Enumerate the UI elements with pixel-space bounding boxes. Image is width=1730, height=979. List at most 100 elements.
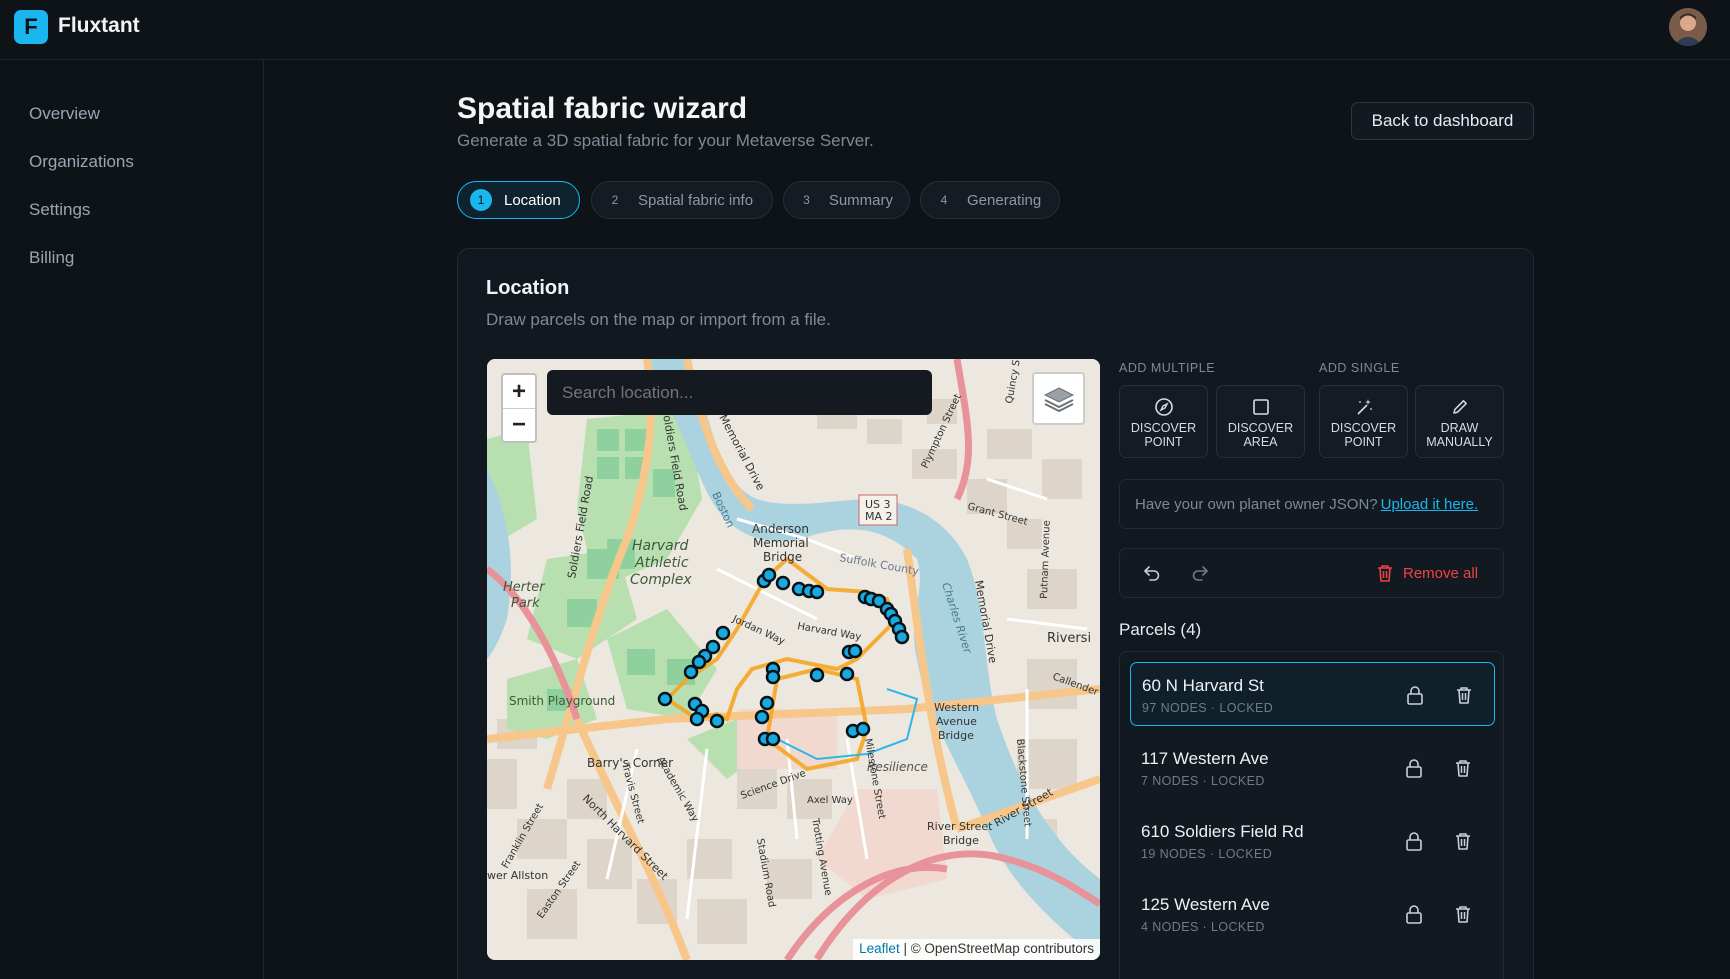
map-label-anderson-1: Anderson	[752, 522, 809, 536]
map-search-input[interactable]	[547, 370, 932, 415]
app-name[interactable]: Fluxtant	[58, 14, 140, 38]
undo-button[interactable]	[1142, 563, 1162, 588]
zoom-control: + −	[501, 373, 537, 443]
lock-button[interactable]	[1406, 685, 1424, 710]
tool-label-line1: DISCOVER	[1330, 421, 1397, 435]
tool-label-line1: DRAW	[1440, 421, 1479, 435]
parcel-meta: 97 NODES · LOCKED	[1142, 701, 1274, 715]
magic-wand-icon	[1356, 399, 1372, 415]
map-label-complex: Complex	[630, 572, 692, 588]
undo-icon	[1144, 566, 1160, 581]
sidebar: Overview Organizations Settings Billing	[0, 60, 264, 979]
parcel-item[interactable]: 60 N Harvard St 97 NODES · LOCKED	[1130, 662, 1495, 726]
osm-attribution: | © OpenStreetMap contributors	[899, 941, 1094, 956]
step-number: 3	[803, 193, 810, 207]
sidebar-item-settings[interactable]: Settings	[29, 200, 90, 220]
parcel-item[interactable]: 125 Western Ave 4 NODES · LOCKED	[1130, 882, 1495, 946]
map-label-smith: Smith Playground	[509, 694, 615, 708]
step-number: 4	[940, 193, 948, 207]
upload-text: Have your own planet owner JSON?	[1135, 495, 1378, 513]
zoom-out-button[interactable]: −	[503, 408, 535, 441]
step-spatial-fabric-info[interactable]: 2 Spatial fabric info	[591, 181, 773, 219]
map-attribution: Leaflet | © OpenStreetMap contributors	[853, 939, 1100, 960]
discover-point-single-button[interactable]: DISCOVER POINT	[1319, 385, 1408, 458]
parcels-title: Parcels (4)	[1119, 620, 1202, 639]
parcel-item[interactable]: 117 Western Ave 7 NODES · LOCKED	[1130, 736, 1495, 800]
app-logo[interactable]: F	[14, 10, 48, 44]
map-label-river-street-bridge-1: River Street	[927, 820, 993, 833]
tool-label-line1: DISCOVER	[1130, 421, 1197, 435]
lock-button[interactable]	[1405, 758, 1423, 783]
page-subtitle: Generate a 3D spatial fabric for your Me…	[457, 131, 874, 150]
leaflet-link[interactable]: Leaflet	[859, 941, 900, 956]
redo-icon	[1192, 566, 1208, 581]
map-label-ma2: MA 2	[865, 510, 893, 523]
parcels-list: 60 N Harvard St 97 NODES · LOCKED 117 We…	[1119, 651, 1504, 979]
map-label-harvard: Harvard	[632, 538, 688, 554]
tool-label-line2: POINT	[1344, 435, 1383, 449]
layers-button[interactable]	[1032, 372, 1085, 425]
step-summary[interactable]: 3 Summary	[783, 181, 910, 219]
tool-label-line2: MANUALLY	[1426, 435, 1493, 449]
back-to-dashboard-button[interactable]: Back to dashboard	[1351, 102, 1534, 140]
parcel-name: 125 Western Ave	[1141, 895, 1270, 914]
step-label: Summary	[828, 191, 893, 209]
lock-button[interactable]	[1405, 831, 1423, 856]
map-label-western-2: Avenue	[936, 715, 977, 728]
map[interactable]: Soldiers Field Road Soldiers Field Road …	[487, 359, 1100, 960]
tool-label-line2: POINT	[1144, 435, 1183, 449]
layers-icon	[1043, 386, 1074, 412]
trash-icon	[1457, 687, 1471, 704]
map-tiles[interactable]: Soldiers Field Road Soldiers Field Road …	[487, 359, 1100, 960]
draw-manually-button[interactable]: DRAW MANUALLY	[1415, 385, 1504, 458]
parcel-meta: 4 NODES · LOCKED	[1141, 920, 1265, 934]
actions-toolbar: Remove all	[1119, 548, 1504, 598]
delete-parcel-button[interactable]	[1454, 758, 1472, 783]
parcel-name: 610 Soldiers Field Rd	[1141, 822, 1304, 841]
parcel-name: 60 N Harvard St	[1142, 676, 1264, 695]
trash-icon	[1456, 760, 1470, 777]
step-label: Spatial fabric info	[638, 191, 754, 209]
upload-box: Have your own planet owner JSON? Upload …	[1119, 479, 1504, 529]
map-label-herter: Herter	[503, 580, 546, 595]
discover-area-button[interactable]: DISCOVER AREA	[1216, 385, 1305, 458]
step-number: 1	[470, 189, 492, 211]
sidebar-item-overview[interactable]: Overview	[29, 104, 100, 124]
sidebar-item-billing[interactable]: Billing	[29, 248, 74, 268]
delete-parcel-button[interactable]	[1455, 685, 1473, 710]
logo-letter: F	[24, 14, 38, 39]
map-label-allston: wer Allston	[487, 869, 548, 882]
map-label-river-street-bridge-2: Bridge	[943, 834, 979, 847]
map-label-park: Park	[511, 596, 540, 611]
lock-icon	[1406, 832, 1422, 851]
step-location[interactable]: 1 Location	[457, 181, 580, 219]
avatar[interactable]	[1669, 8, 1707, 46]
parcel-item[interactable]: 610 Soldiers Field Rd 19 NODES · LOCKED	[1130, 809, 1495, 873]
redo-button[interactable]	[1190, 563, 1210, 588]
page-title: Spatial fabric wizard	[457, 92, 748, 125]
sidebar-item-organizations[interactable]: Organizations	[29, 152, 134, 172]
map-label-western-1: Western	[934, 701, 979, 714]
step-generating[interactable]: 4 Generating	[920, 181, 1060, 219]
map-label-axel: Axel Way	[807, 795, 853, 806]
step-number: 2	[611, 193, 619, 207]
lock-button[interactable]	[1405, 904, 1423, 929]
map-label-athletic: Athletic	[634, 555, 689, 571]
zoom-in-button[interactable]: +	[503, 375, 535, 408]
discover-point-multiple-button[interactable]: DISCOVER POINT	[1119, 385, 1208, 458]
tool-label-line1: DISCOVER	[1227, 421, 1294, 435]
trash-icon	[1456, 833, 1470, 850]
map-label-western-3: Bridge	[938, 729, 974, 742]
map-label-riverside: Riversi	[1047, 631, 1091, 646]
remove-all-button[interactable]: Remove all	[1376, 563, 1478, 583]
top-bar: F Fluxtant	[0, 0, 1730, 60]
upload-link[interactable]: Upload it here.	[1381, 496, 1479, 513]
trash-icon	[1456, 906, 1470, 923]
parcel-meta: 19 NODES · LOCKED	[1141, 847, 1273, 861]
parcel-meta: 7 NODES · LOCKED	[1141, 774, 1265, 788]
delete-parcel-button[interactable]	[1454, 831, 1472, 856]
delete-parcel-button[interactable]	[1454, 904, 1472, 929]
add-single-label: ADD SINGLE	[1319, 361, 1400, 375]
location-title: Location	[486, 277, 570, 299]
trash-icon	[1378, 565, 1392, 582]
